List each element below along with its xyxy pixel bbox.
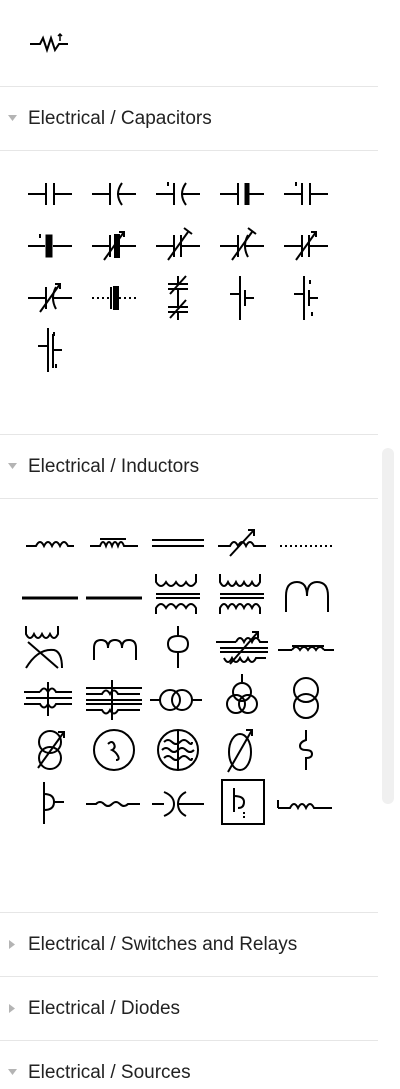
chevron-down-icon [8,463,17,469]
split-capacitor-plus-icon[interactable] [274,272,338,324]
section-header-capacitors[interactable]: Electrical / Capacitors [0,86,378,151]
chevron-down-icon [8,115,17,121]
coil-wave-icon[interactable] [82,776,146,828]
inductor-core-icon[interactable] [82,516,146,568]
shape-library-panel: Electrical / Capacitors Electrical / Ind… [0,0,378,1089]
variable-capacitor-curved-icon[interactable] [18,272,82,324]
variable-transformer-icon[interactable] [210,620,274,672]
feedthrough-capacitor-icon[interactable] [82,272,146,324]
section-title: Electrical / Diodes [28,998,181,1019]
circle-core-coil-icon[interactable] [146,724,210,776]
section-header-sources[interactable]: Electrical / Sources [0,1040,378,1089]
polarized-capacitor-plus-icon[interactable] [146,168,210,220]
inductor-loop-icon[interactable] [274,568,338,620]
two-coil-transformer-icon[interactable] [274,672,338,724]
inductor-arc-icon[interactable] [82,620,146,672]
inductor-iron-core-icon[interactable] [146,516,210,568]
section-header-switches-relays[interactable]: Electrical / Switches and Relays [0,912,378,977]
circle-coil-icon[interactable] [82,724,146,776]
variable-capacitor-arrow-icon[interactable] [274,220,338,272]
electrolytic-capacitor-icon[interactable] [18,220,82,272]
scrollbar-thumb[interactable] [382,448,394,804]
section-header-diodes[interactable]: Electrical / Diodes [0,976,378,1041]
inductor-dotted-icon[interactable] [274,516,338,568]
dual-variable-capacitor-icon[interactable] [146,272,210,324]
section-title: Electrical / Sources [28,1062,191,1083]
section-title: Electrical / Capacitors [28,108,212,129]
split-capacitor-icon[interactable] [210,272,274,324]
selected-coil-box-icon[interactable] [210,776,274,828]
chevron-right-icon [9,1004,15,1013]
coil-vertical-icon[interactable] [274,724,338,776]
capacitor-plus-icon[interactable] [274,168,338,220]
ferrite-bead-icon[interactable] [274,620,338,672]
coupled-coils-icon[interactable] [146,672,210,724]
transformer-icon[interactable] [146,568,210,620]
transformer-iron-core-icon[interactable] [210,568,274,620]
divider [0,150,378,151]
inductor-bar-icon[interactable] [18,568,82,620]
variable-capacitor-icon[interactable] [82,220,146,272]
section-title: Electrical / Inductors [28,456,200,477]
transformer-cross-icon[interactable] [18,620,82,672]
trimmer-capacitor-icon[interactable] [146,220,210,272]
three-coil-transformer-icon[interactable] [210,672,274,724]
capacitor-icon[interactable] [18,168,82,220]
section-header-inductors[interactable]: Electrical / Inductors [0,434,378,499]
chevron-right-icon [9,940,15,949]
variable-coil-icon[interactable] [18,724,82,776]
variable-capacitor-alt-icon[interactable] [210,220,274,272]
coil-tap-icon[interactable] [18,776,82,828]
inductor-bar-alt-icon[interactable] [82,568,146,620]
shielded-transformer-icon[interactable] [82,672,146,724]
section-title: Electrical / Switches and Relays [28,934,298,955]
stacked-capacitor-icon[interactable] [18,324,82,376]
coil-split-icon[interactable] [146,776,210,828]
circle-slash-coil-icon[interactable] [210,724,274,776]
polarized-capacitor-icon[interactable] [82,168,146,220]
shielded-inductor-icon[interactable] [18,672,82,724]
chevron-down-icon [8,1069,17,1075]
divider [0,498,378,499]
inductor-tap-icon[interactable] [146,620,210,672]
coil-short-icon[interactable] [274,776,338,828]
variable-inductor-icon[interactable] [210,516,274,568]
variable-resistor-icon[interactable] [18,14,82,66]
capacitor-thick-icon[interactable] [210,168,274,220]
inductor-icon[interactable] [18,516,82,568]
